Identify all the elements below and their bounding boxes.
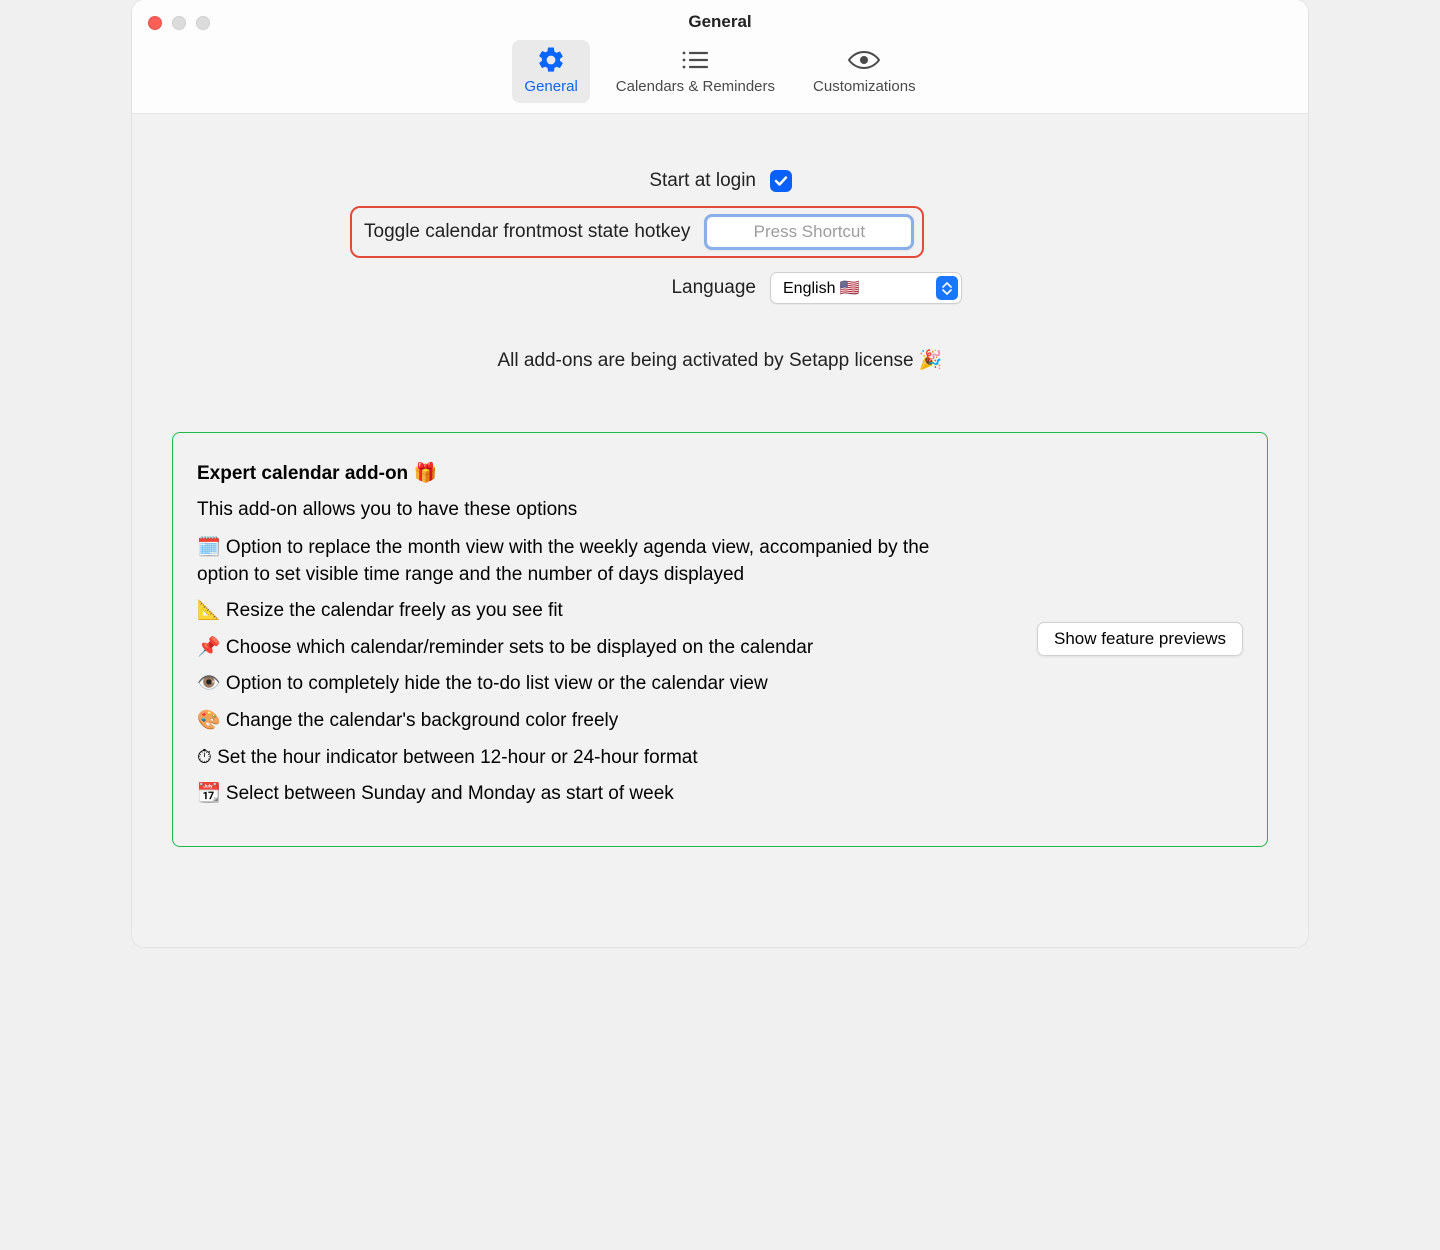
addon-feature-item: 📆 Select between Sunday and Monday as st…	[197, 781, 957, 808]
addon-feature-item: 👁️ Option to completely hide the to-do l…	[197, 671, 957, 698]
settings-form: Start at login Toggle calendar frontmost…	[360, 170, 1080, 304]
setting-hotkey-highlight: Toggle calendar frontmost state hotkey P…	[350, 206, 924, 258]
window-title: General	[132, 12, 1308, 40]
tab-customizations-label: Customizations	[813, 78, 916, 95]
titlebar: General General	[132, 0, 1308, 114]
addon-feature-list: 🗓️ Option to replace the month view with…	[197, 535, 1017, 808]
check-icon	[774, 174, 788, 188]
tab-general[interactable]: General	[512, 40, 589, 103]
addon-feature-item: 🗓️ Option to replace the month view with…	[197, 535, 957, 588]
eye-icon	[847, 46, 881, 74]
tab-general-label: General	[524, 78, 577, 95]
toolbar-tabs: General Calendars & Reminders	[132, 40, 1308, 113]
start-at-login-label: Start at login	[360, 170, 770, 192]
content-area: Start at login Toggle calendar frontmost…	[132, 114, 1308, 947]
gear-icon	[536, 46, 566, 74]
language-value: English 🇺🇸	[783, 278, 860, 298]
addon-feature-item: 📌 Choose which calendar/reminder sets to…	[197, 635, 957, 662]
setting-start-at-login: Start at login	[360, 170, 1080, 192]
addon-feature-item: 🎨 Change the calendar's background color…	[197, 708, 957, 735]
window-controls	[148, 16, 210, 30]
addon-feature-item: ⏱ Set the hour indicator between 12-hour…	[197, 745, 957, 772]
hotkey-input[interactable]: Press Shortcut	[704, 214, 914, 250]
tab-calendars-reminders[interactable]: Calendars & Reminders	[604, 40, 787, 103]
license-status: All add-ons are being activated by Setap…	[172, 348, 1268, 372]
start-at-login-checkbox[interactable]	[770, 170, 792, 192]
chevron-updown-icon	[936, 276, 958, 300]
zoom-button[interactable]	[196, 16, 210, 30]
tab-calendars-label: Calendars & Reminders	[616, 78, 775, 95]
language-label: Language	[360, 277, 770, 299]
hotkey-label: Toggle calendar frontmost state hotkey	[360, 221, 704, 243]
setting-language: Language English 🇺🇸	[360, 272, 1080, 304]
addon-description: This add-on allows you to have these opt…	[197, 499, 1017, 521]
close-button[interactable]	[148, 16, 162, 30]
addon-info: Expert calendar add-on 🎁 This add-on all…	[197, 461, 1017, 818]
hotkey-placeholder: Press Shortcut	[754, 222, 866, 242]
minimize-button[interactable]	[172, 16, 186, 30]
addon-feature-item: 📐 Resize the calendar freely as you see …	[197, 598, 957, 625]
show-feature-previews-button[interactable]: Show feature previews	[1037, 622, 1243, 656]
language-select[interactable]: English 🇺🇸	[770, 272, 962, 304]
expert-addon-box: Expert calendar add-on 🎁 This add-on all…	[172, 432, 1268, 847]
tab-customizations[interactable]: Customizations	[801, 40, 928, 103]
preferences-window: General General	[132, 0, 1308, 947]
list-icon	[679, 46, 711, 74]
addon-title: Expert calendar add-on 🎁	[197, 461, 1017, 485]
